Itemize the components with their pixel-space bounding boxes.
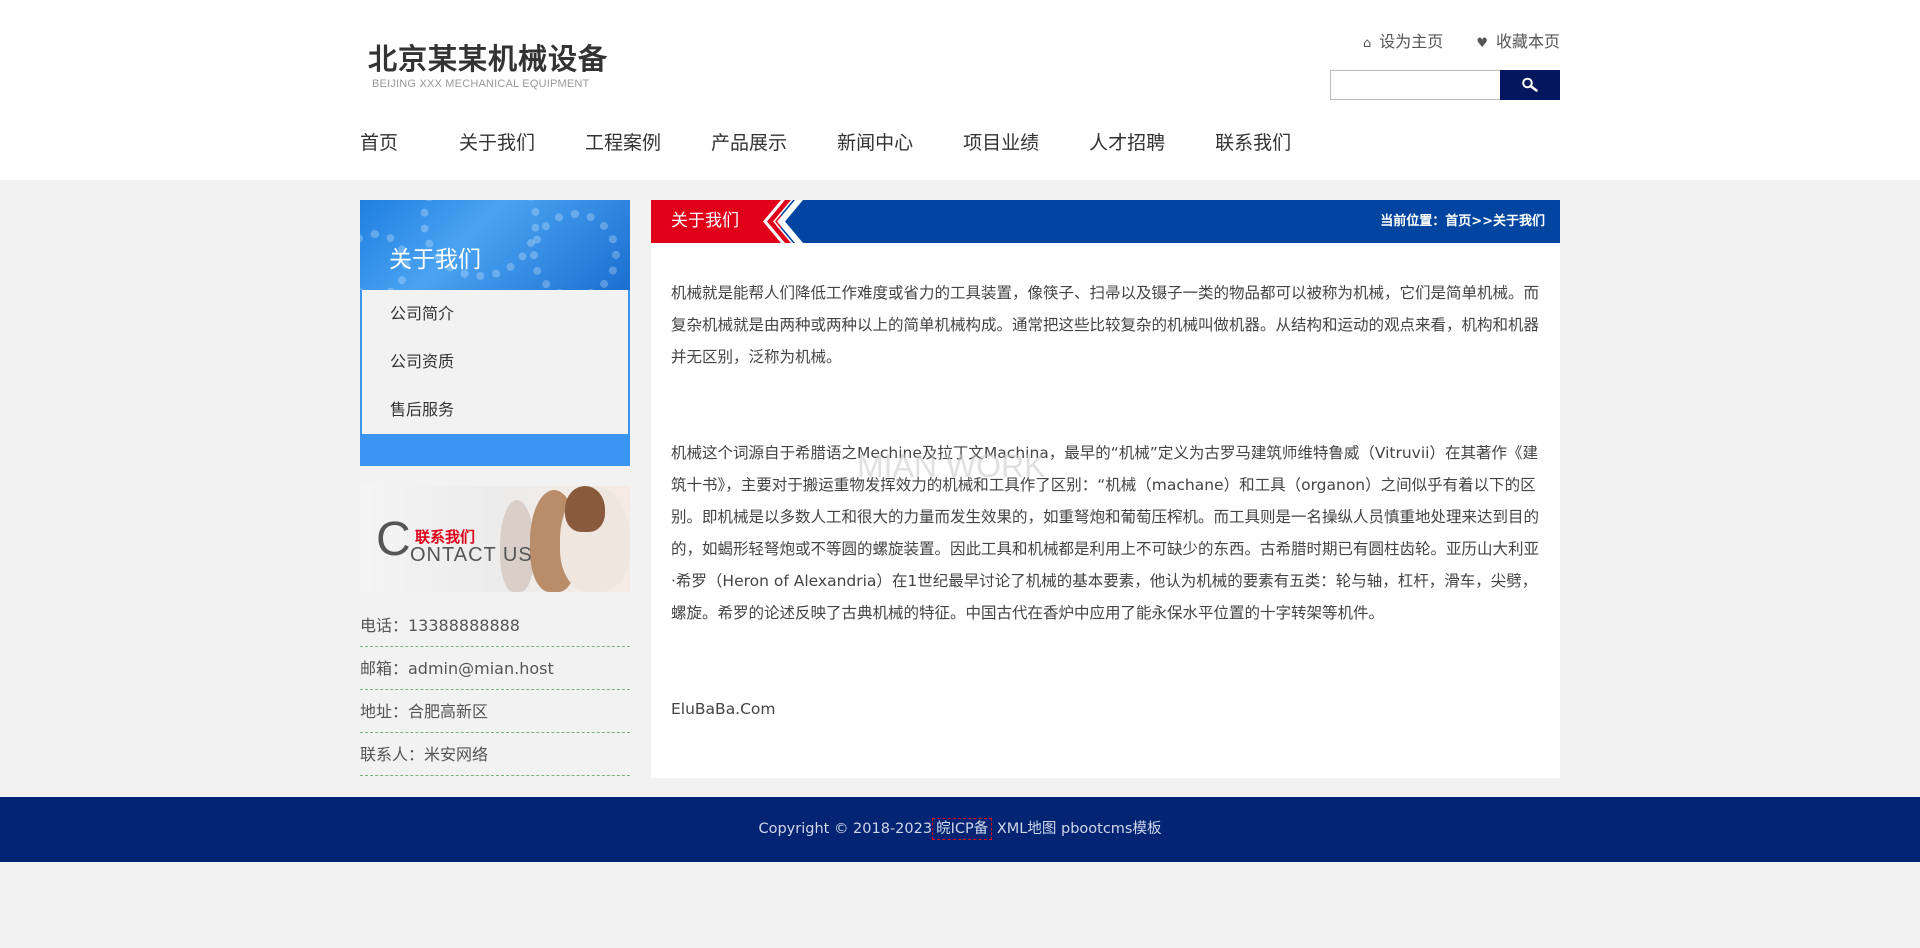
- content-title-bar: 关于我们 当前位置：首页>>关于我们: [651, 200, 1560, 243]
- contact-title-en: ONTACT US: [410, 544, 533, 566]
- nav-products[interactable]: 产品展示: [711, 128, 787, 155]
- nav-cases[interactable]: 工程案例: [585, 128, 661, 155]
- heart-icon: ♥: [1476, 36, 1488, 51]
- sidebar: 关于我们 公司简介 公司资质 售后服务 C 联系我们 ONTACT US 电话：…: [360, 200, 630, 776]
- contact-letter-c: C: [376, 513, 411, 566]
- favorite-link[interactable]: ♥ 收藏本页: [1476, 32, 1560, 51]
- set-home-link[interactable]: ⌂ 设为主页: [1363, 32, 1443, 51]
- sidebar-menu: 公司简介 公司资质 售后服务: [360, 290, 630, 436]
- main-area: 关于我们 公司简介 公司资质 售后服务 C 联系我们 ONTACT US 电话：…: [360, 200, 1560, 778]
- copyright-text: Copyright © 2018-2023: [758, 821, 933, 837]
- sidebar-header: 关于我们: [360, 200, 630, 290]
- main-nav: 首页 关于我们 工程案例 产品展示 新闻中心 项目业绩 人才招聘 联系我们: [360, 128, 1341, 155]
- gear-decoration: [530, 210, 620, 290]
- nav-news[interactable]: 新闻中心: [837, 128, 913, 155]
- nav-contact[interactable]: 联系我们: [1215, 128, 1291, 155]
- chevron-decoration-icon: [761, 200, 803, 243]
- contact-banner[interactable]: C 联系我们 ONTACT US: [360, 486, 630, 592]
- nav-about[interactable]: 关于我们: [459, 128, 535, 155]
- contact-list: 电话：13388888888 邮箱：admin@mian.host 地址：合肥高…: [360, 604, 630, 776]
- xml-sitemap-link[interactable]: XML地图: [997, 821, 1057, 837]
- nav-jobs[interactable]: 人才招聘: [1089, 128, 1165, 155]
- contact-phone: 电话：13388888888: [360, 604, 630, 647]
- search-box: [1330, 70, 1560, 100]
- search-icon: [1522, 77, 1538, 92]
- favorite-label: 收藏本页: [1495, 32, 1560, 51]
- template-link[interactable]: pbootcms模板: [1061, 821, 1162, 837]
- logo-en: BEIJING XXX MECHANICAL EQUIPMENT: [372, 78, 590, 90]
- watermark-text: MIAN WORK: [857, 448, 1046, 484]
- icp-link[interactable]: 皖ICP备: [932, 818, 993, 840]
- content-panel: 关于我们 当前位置：首页>>关于我们 机械就是能帮人们降低工作难度或省力的工具装…: [651, 200, 1560, 778]
- contact-person: 联系人：米安网络: [360, 733, 630, 776]
- article-paragraph: EluBaBa.Com: [671, 700, 776, 718]
- staff-figure: [565, 486, 605, 532]
- article-body: 机械就是能帮人们降低工作难度或省力的工具装置，像筷子、扫帚以及镊子一类的物品都可…: [651, 243, 1560, 725]
- contact-email: 邮箱：admin@mian.host: [360, 647, 630, 690]
- sidebar-item-profile[interactable]: 公司简介: [362, 290, 628, 338]
- site-logo[interactable]: 北京某某机械设备 BEIJING XXX MECHANICAL EQUIPMEN…: [368, 40, 608, 90]
- search-button[interactable]: [1500, 70, 1560, 100]
- article-paragraph: 机械这个词源自于希腊语之Mechine及拉丁文Machina，最早的“机械”定义…: [671, 444, 1540, 622]
- sidebar-footer-bar: [360, 436, 630, 466]
- search-input[interactable]: [1330, 70, 1500, 100]
- nav-projects[interactable]: 项目业绩: [963, 128, 1039, 155]
- top-links: ⌂ 设为主页 ♥ 收藏本页: [1335, 28, 1560, 52]
- sidebar-title: 关于我们: [389, 247, 481, 273]
- nav-home[interactable]: 首页: [360, 128, 398, 155]
- contact-address: 地址：合肥高新区: [360, 690, 630, 733]
- site-header: 北京某某机械设备 BEIJING XXX MECHANICAL EQUIPMEN…: [0, 0, 1920, 180]
- sidebar-item-qualification[interactable]: 公司资质: [362, 338, 628, 386]
- home-icon: ⌂: [1362, 36, 1372, 51]
- set-home-label: 设为主页: [1379, 32, 1444, 51]
- sidebar-item-service[interactable]: 售后服务: [362, 386, 628, 434]
- site-footer: Copyright © 2018-2023 皖ICP备 XML地图 pbootcm…: [0, 797, 1920, 862]
- article-paragraph: 机械就是能帮人们降低工作难度或省力的工具装置，像筷子、扫帚以及镊子一类的物品都可…: [671, 284, 1540, 366]
- breadcrumb: 当前位置：首页>>关于我们: [1380, 214, 1545, 229]
- logo-cn: 北京某某机械设备: [368, 42, 609, 76]
